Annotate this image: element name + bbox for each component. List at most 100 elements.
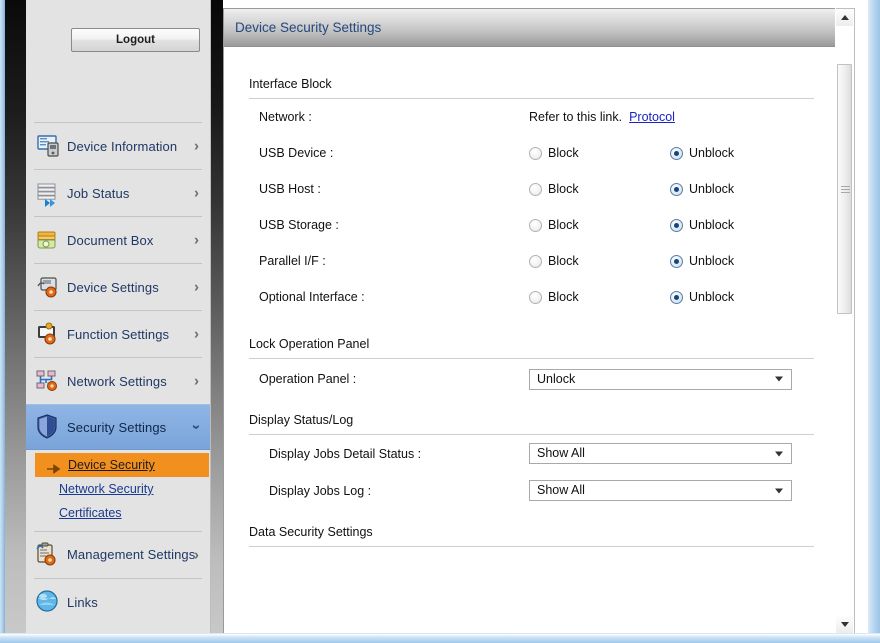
network-settings-icon <box>35 366 65 396</box>
row-network: Network : Refer to this link. Protocol <box>224 99 835 135</box>
sidebar-item-network-security[interactable]: Network Security <box>26 477 210 501</box>
row-display-jobs-detail-status: Display Jobs Detail Status : Show All <box>224 435 835 472</box>
sidebar-item-network-settings[interactable]: Network Settings › <box>26 358 210 404</box>
radio-icon <box>529 146 542 160</box>
radio-label: Block <box>548 146 579 160</box>
radio-label: Unblock <box>689 182 735 196</box>
radio-usb-device-block[interactable]: Block <box>529 146 670 160</box>
protocol-link[interactable]: Protocol <box>629 110 675 124</box>
select-value: Unlock <box>537 371 576 386</box>
management-settings-icon <box>35 540 65 570</box>
field-label: Parallel I/F : <box>259 254 326 268</box>
sidebar-item-label: Links <box>67 594 98 610</box>
row-display-jobs-log: Display Jobs Log : Show All <box>224 472 835 509</box>
content-scrollbar-vertical[interactable] <box>836 8 855 634</box>
sidebar-subitem-label: Certificates <box>59 506 122 520</box>
chevron-down-icon <box>775 451 783 456</box>
chevron-right-icon: › <box>194 231 199 249</box>
field-label: USB Storage : <box>259 218 339 232</box>
function-settings-icon <box>35 319 65 349</box>
scrollbar-grip-icon <box>841 186 850 193</box>
sidebar-item-label: Function Settings <box>67 326 170 342</box>
window-right-border <box>868 0 880 643</box>
browser-window: Logout Device Information › Job Status ›… <box>0 0 880 643</box>
field-label: Display Jobs Detail Status : <box>269 446 422 461</box>
field-label: USB Device : <box>259 146 334 160</box>
radio-icon <box>670 290 683 304</box>
shield-icon <box>35 412 65 442</box>
radio-label: Unblock <box>689 290 735 304</box>
scroll-down-arrow-icon[interactable] <box>836 616 853 633</box>
radio-optional-interface-unblock[interactable]: Unblock <box>670 290 734 304</box>
chevron-down-icon <box>775 488 783 493</box>
sidebar-logout-zone: Logout <box>26 0 210 122</box>
radio-label: Block <box>548 182 579 196</box>
radio-label: Unblock <box>689 146 735 160</box>
radio-usb-host-unblock[interactable]: Unblock <box>670 182 734 196</box>
device-settings-icon <box>35 272 65 302</box>
scrollbar-thumb[interactable] <box>837 64 852 314</box>
radio-icon <box>529 254 542 268</box>
radio-icon <box>670 182 683 196</box>
chevron-right-icon: › <box>194 325 199 343</box>
row-usb-storage: USB Storage : Block Unblock <box>224 207 835 243</box>
operation-panel-select[interactable]: Unlock <box>529 368 792 390</box>
sidebar-item-document-box[interactable]: Document Box › <box>26 217 210 263</box>
field-label: USB Host : <box>259 182 321 196</box>
logout-button[interactable]: Logout <box>71 28 200 52</box>
panel-body: Interface Block Network : Refer to this … <box>224 47 835 633</box>
select-value: Show All <box>537 483 585 497</box>
row-usb-host: USB Host : Block Unblock <box>224 171 835 207</box>
sidebar-item-device-security[interactable]: Device Security <box>35 453 209 477</box>
radio-optional-interface-block[interactable]: Block <box>529 290 670 304</box>
display-jobs-detail-status-select[interactable]: Show All <box>529 443 792 464</box>
radio-parallel-if-block[interactable]: Block <box>529 254 670 268</box>
sidebar-item-job-status[interactable]: Job Status › <box>26 170 210 216</box>
row-usb-device: USB Device : Block Unblock <box>224 135 835 171</box>
sidebar-item-certificates[interactable]: Certificates <box>26 501 210 525</box>
chevron-right-icon: › <box>194 137 199 155</box>
radio-icon <box>670 146 683 160</box>
sidebar-item-device-settings[interactable]: Device Settings › <box>26 264 210 310</box>
chevron-down-icon: › <box>188 424 205 430</box>
chevron-right-icon: › <box>194 546 199 564</box>
radio-icon <box>529 290 542 304</box>
radio-label: Unblock <box>689 218 735 232</box>
radio-icon <box>670 218 683 232</box>
sidebar-item-links[interactable]: Links <box>26 579 210 625</box>
panel-header: Device Security Settings <box>224 9 835 47</box>
globe-icon <box>35 587 65 617</box>
row-operation-panel: Operation Panel : Unlock <box>224 359 835 399</box>
row-parallel-if: Parallel I/F : Block Unblock <box>224 243 835 279</box>
document-box-icon <box>35 225 65 255</box>
radio-icon <box>670 254 683 268</box>
main-content-panel: Device Security Settings Interface Block… <box>223 8 835 634</box>
field-label: Display Jobs Log : <box>269 483 372 498</box>
sidebar-item-function-settings[interactable]: Function Settings › <box>26 311 210 357</box>
chevron-right-icon: › <box>194 278 199 296</box>
radio-usb-storage-unblock[interactable]: Unblock <box>670 218 734 232</box>
display-jobs-log-select[interactable]: Show All <box>529 480 792 501</box>
sidebar-item-label: Job Status <box>67 185 130 201</box>
sidebar-item-management-settings[interactable]: Management Settings › <box>26 532 210 578</box>
scroll-up-arrow-icon[interactable] <box>836 9 853 26</box>
radio-usb-host-block[interactable]: Block <box>529 182 670 196</box>
chevron-down-icon <box>775 376 783 382</box>
field-label: Optional Interface : <box>259 290 365 304</box>
radio-icon <box>529 182 542 196</box>
radio-parallel-if-unblock[interactable]: Unblock <box>670 254 734 268</box>
radio-label: Block <box>548 254 579 268</box>
radio-usb-device-unblock[interactable]: Unblock <box>670 146 734 160</box>
chevron-right-icon: › <box>194 372 199 390</box>
section-title-display-status-log: Display Status/Log <box>249 413 354 427</box>
window-bottom-border <box>0 633 880 643</box>
sidebar-item-device-information[interactable]: Device Information › <box>26 123 210 169</box>
sidebar-item-label: Management Settings <box>67 547 196 562</box>
sidebar-item-security-settings[interactable]: Security Settings › <box>26 404 210 450</box>
sidebar-submenu-security: Device Security Network Security Certifi… <box>26 450 210 531</box>
radio-usb-storage-block[interactable]: Block <box>529 218 670 232</box>
job-status-icon <box>35 178 65 208</box>
sidebar: Logout Device Information › Job Status ›… <box>26 0 211 634</box>
field-label: Operation Panel : <box>259 372 357 386</box>
radio-label: Unblock <box>689 254 735 268</box>
